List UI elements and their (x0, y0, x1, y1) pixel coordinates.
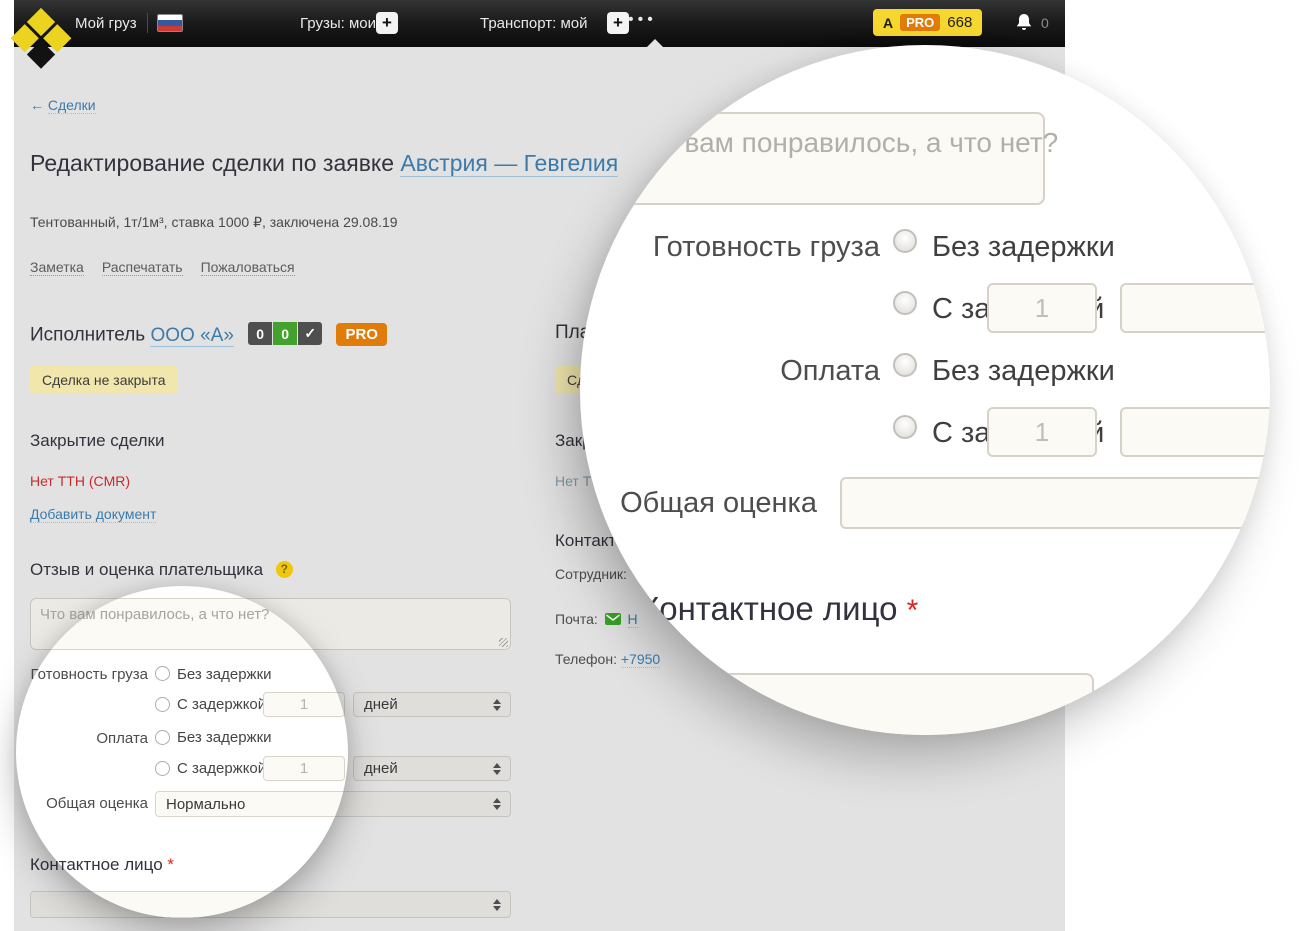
review-form-section: Отзыв и оценка плательщика ? Что вам пон… (16, 586, 348, 918)
payment-no-delay-option: Без задержки (177, 729, 272, 746)
resize-handle-icon[interactable] (499, 638, 508, 647)
zoom-comment-textarea: Что вам понравилось, а что нет? (580, 112, 1045, 205)
zoom-overall-select (840, 477, 1270, 529)
payment-with-delay-option: С задержкой (177, 760, 266, 777)
readiness-no-delay-option: Без задержки (177, 666, 272, 683)
review-heading: Отзыв и оценка плательщика ? (30, 560, 293, 580)
readiness-with-delay-radio[interactable] (155, 697, 170, 712)
select-spinner-icon (493, 798, 501, 810)
readiness-with-delay-option: С задержкой (177, 696, 266, 713)
zoom-payment-label: Оплата (580, 355, 880, 388)
readiness-no-delay-radio[interactable] (155, 666, 170, 681)
select-spinner-icon (493, 899, 501, 911)
email-link[interactable]: Н (628, 611, 638, 628)
contact-person-select[interactable] (30, 891, 348, 918)
required-mark: * (167, 855, 174, 874)
zoom-readiness-unit-select (1120, 283, 1270, 333)
select-spinner-icon (493, 699, 501, 711)
zoom-payment-with-delay-radio (893, 415, 917, 439)
payment-no-delay-radio[interactable] (155, 730, 170, 745)
select-spinner-icon (493, 763, 501, 775)
zoom-readiness-with-delay-radio (893, 291, 917, 315)
zoom-payment-no-delay-option: Без задержки (932, 355, 1115, 388)
zoom-readiness-label: Готовность груза (580, 231, 880, 264)
zoom-payment-delay-input: 1 (987, 407, 1097, 457)
phone-row: Телефон: +7950 (555, 651, 660, 667)
envelope-icon (605, 613, 621, 625)
readiness-delay-input[interactable]: 1 (263, 692, 345, 717)
payment-delay-input[interactable]: 1 (263, 756, 345, 781)
contact-heading: Контактное лицо * (30, 855, 174, 875)
readiness-delay-unit-select[interactable]: дней (353, 692, 511, 717)
zoom-readiness-delay-input: 1 (987, 283, 1097, 333)
zoom-payment-unit-select (1120, 407, 1270, 457)
zoom-readiness-no-delay-option: Без задержки (932, 231, 1115, 264)
payment-with-delay-radio[interactable] (155, 761, 170, 776)
employee-label: Сотрудник: (555, 566, 627, 582)
review-comment-textarea[interactable]: Что вам понравилось, а что нет? (30, 598, 348, 650)
magnifier-zoom-lens: Что вам понравилось, а что нет? Готовнос… (580, 45, 1270, 735)
email-label: Почта: (555, 611, 598, 627)
overall-label: Общая оценка (30, 795, 148, 812)
zoom-required-mark: * (907, 594, 919, 627)
overall-rating-select[interactable]: Нормально (155, 791, 348, 817)
comment-placeholder: Что вам понравилось, а что нет? (40, 606, 269, 623)
phone-label: Телефон: (555, 651, 617, 667)
magnifier-source-content: Отзыв и оценка плательщика ? Что вам пон… (16, 586, 348, 918)
readiness-label: Готовность груза (30, 666, 148, 683)
phone-link[interactable]: +7950 (621, 651, 660, 668)
magnifier-source-lens: Отзыв и оценка плательщика ? Что вам пон… (16, 586, 348, 918)
payment-label: Оплата (30, 730, 148, 747)
zoom-comment-placeholder: Что вам понравилось, а что нет? (630, 127, 1058, 159)
zoom-overall-label: Общая оценка (580, 487, 817, 520)
screenshot-canvas: Мой груз Грузы: мои + Транспорт: мой + •… (0, 0, 1300, 931)
zoom-payment-no-delay-radio (893, 353, 917, 377)
zoom-readiness-no-delay-radio (893, 229, 917, 253)
help-icon[interactable]: ? (276, 561, 293, 578)
zoom-contact-select (642, 673, 1094, 735)
payment-delay-unit-select[interactable]: дней (353, 756, 511, 781)
zoom-contact-heading: Контактное лицо * (640, 590, 918, 628)
email-row: Почта: Н (555, 611, 638, 627)
